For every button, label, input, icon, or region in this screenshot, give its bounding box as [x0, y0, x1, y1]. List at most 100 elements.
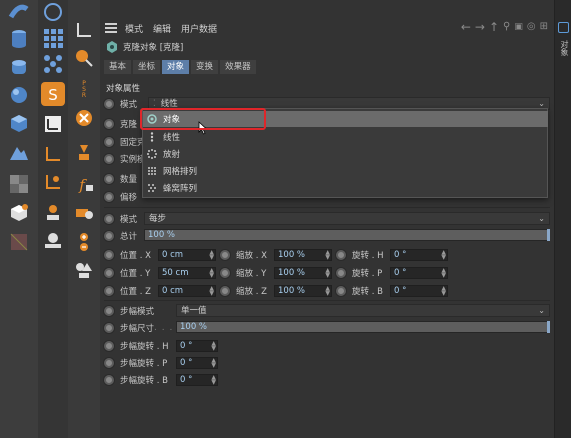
total-animate-dot[interactable] [104, 231, 114, 241]
cylinder-cap-icon[interactable] [7, 55, 31, 79]
step-mode-dropdown[interactable]: 单一值 ⌄ [176, 304, 550, 317]
formula-effector-icon[interactable]: f [72, 172, 96, 196]
step-rot-h-animate-dot[interactable] [104, 341, 114, 351]
bend-deformer-icon[interactable] [7, 0, 31, 24]
joint-tool-icon[interactable] [41, 200, 65, 224]
menu-edit[interactable]: 编辑 [153, 22, 171, 35]
menu-user-data[interactable]: 用户数据 [181, 22, 217, 35]
total-slider-handle[interactable] [547, 229, 550, 241]
tab-effectors[interactable]: 效果器 [220, 60, 256, 74]
stepper-arrows-icon[interactable]: ▲ ▼ [209, 250, 214, 261]
right-panel-icon[interactable] [558, 22, 569, 33]
move-icon[interactable] [72, 18, 96, 42]
pos-field[interactable]: 0 cm ▲ ▼ [158, 249, 216, 261]
tab-transform[interactable]: 变换 [191, 60, 219, 74]
clones-animate-dot[interactable] [104, 119, 114, 129]
forward-arrow-icon[interactable]: → [475, 21, 485, 33]
scale-animate-dot[interactable] [220, 286, 230, 296]
stepper-arrows-icon[interactable]: ▲ ▼ [325, 286, 330, 297]
mode-animate-dot[interactable] [104, 99, 114, 109]
render-cube-icon[interactable] [7, 200, 31, 224]
stepper-arrows-icon[interactable]: ▲ ▼ [209, 268, 214, 279]
shape-icon[interactable] [72, 258, 96, 282]
menu-item-grid[interactable]: 网格排列 [143, 163, 548, 179]
step-size-animate-dot[interactable] [104, 323, 114, 333]
rot-field[interactable]: 0 ° ▲ ▼ [390, 285, 448, 297]
total-slider[interactable]: 100 % [144, 229, 550, 241]
pos-animate-dot[interactable] [104, 286, 114, 296]
target-icon[interactable]: ◎ [527, 21, 536, 33]
rot-animate-dot[interactable] [336, 250, 346, 260]
instance-mode-animate-dot[interactable] [104, 154, 114, 164]
stepper-arrows-icon[interactable]: ▲ ▼ [325, 268, 330, 279]
scale-animate-dot[interactable] [220, 268, 230, 278]
checker-icon[interactable] [7, 172, 31, 196]
fix-clone-animate-dot[interactable] [104, 137, 114, 147]
right-panel-tab[interactable]: 对象 [558, 40, 569, 56]
hamburger-menu-icon[interactable] [105, 23, 117, 33]
step-rot-p-field[interactable]: 0 ° ▲ ▼ [176, 357, 218, 369]
plus-minus-icon[interactable] [72, 230, 96, 254]
cube-icon[interactable] [7, 111, 31, 135]
sphere-icon[interactable] [7, 83, 31, 107]
add-icon[interactable]: ⊞ [540, 21, 548, 33]
cylinder-icon[interactable] [7, 27, 31, 51]
tab-object[interactable]: 对象 [162, 60, 190, 74]
coordinate-icon[interactable] [41, 112, 65, 136]
scale-field[interactable]: 100 % ▲ ▼ [274, 285, 332, 297]
menu-mode[interactable]: 模式 [125, 22, 143, 35]
stepper-arrows-icon[interactable]: ▲ ▼ [211, 358, 216, 369]
grid-array-icon[interactable] [41, 26, 65, 50]
pos-animate-dot[interactable] [104, 268, 114, 278]
stepper-arrows-icon[interactable]: ▲ ▼ [441, 250, 446, 261]
scale-animate-dot[interactable] [220, 250, 230, 260]
count-animate-dot[interactable] [104, 174, 114, 184]
tab-basic[interactable]: 基本 [104, 60, 132, 74]
lock-icon[interactable]: ▣ [514, 21, 523, 33]
search-icon[interactable]: ⚲ [503, 21, 510, 33]
transform-mode-dropdown[interactable]: 每步 ⌄ [144, 212, 550, 225]
scale-field[interactable]: 100 % ▲ ▼ [274, 249, 332, 261]
axis-tool-2-icon[interactable] [41, 170, 65, 194]
wire-sphere-icon[interactable] [41, 0, 65, 24]
step-rot-p-animate-dot[interactable] [104, 358, 114, 368]
menu-item-honeycomb[interactable]: 蜂窝阵列 [143, 180, 548, 196]
pos-field[interactable]: 0 cm ▲ ▼ [158, 285, 216, 297]
tab-coordinates[interactable]: 坐标 [133, 60, 161, 74]
step-rot-b-field[interactable]: 0 ° ▲ ▼ [176, 374, 218, 386]
psr-icon[interactable]: PSR [72, 76, 96, 100]
up-arrow-icon[interactable]: ↑ [489, 21, 499, 33]
rot-field[interactable]: 0 ° ▲ ▼ [390, 267, 448, 279]
pos-animate-dot[interactable] [104, 250, 114, 260]
delete-x-icon[interactable] [72, 106, 96, 130]
spline-s-icon[interactable]: S [41, 82, 65, 106]
joint-tool-2-icon[interactable] [41, 228, 65, 252]
scale-field[interactable]: 100 % ▲ ▼ [274, 267, 332, 279]
rot-animate-dot[interactable] [336, 286, 346, 296]
camera-effector-icon[interactable] [72, 200, 96, 224]
landscape-icon[interactable] [7, 140, 31, 164]
menu-item-radial[interactable]: 放射 [143, 146, 548, 162]
step-size-slider[interactable]: 100 % [176, 321, 550, 333]
back-arrow-icon[interactable]: ← [461, 21, 471, 33]
pos-field[interactable]: 50 cm ▲ ▼ [158, 267, 216, 279]
disabled-tool-icon [7, 230, 31, 254]
rot-animate-dot[interactable] [336, 268, 346, 278]
stepper-arrows-icon[interactable]: ▲ ▼ [209, 286, 214, 297]
step-rot-b-animate-dot[interactable] [104, 375, 114, 385]
step-rot-h-field[interactable]: 0 ° ▲ ▼ [176, 340, 218, 352]
step-mode-animate-dot[interactable] [104, 306, 114, 316]
offset-animate-dot[interactable] [104, 192, 114, 202]
stepper-arrows-icon[interactable]: ▲ ▼ [441, 268, 446, 279]
axis-tool-icon[interactable] [41, 142, 65, 166]
stepper-arrows-icon[interactable]: ▲ ▼ [441, 286, 446, 297]
stepper-arrows-icon[interactable]: ▲ ▼ [325, 250, 330, 261]
stepper-arrows-icon[interactable]: ▲ ▼ [211, 375, 216, 386]
magnify-icon[interactable] [72, 46, 96, 70]
rot-field[interactable]: 0 ° ▲ ▼ [390, 249, 448, 261]
step-size-slider-handle[interactable] [547, 321, 550, 333]
cloner-scatter-icon[interactable] [41, 52, 65, 76]
effector-icon[interactable] [72, 140, 96, 164]
transform-mode-animate-dot[interactable] [104, 214, 114, 224]
stepper-arrows-icon[interactable]: ▲ ▼ [211, 341, 216, 352]
